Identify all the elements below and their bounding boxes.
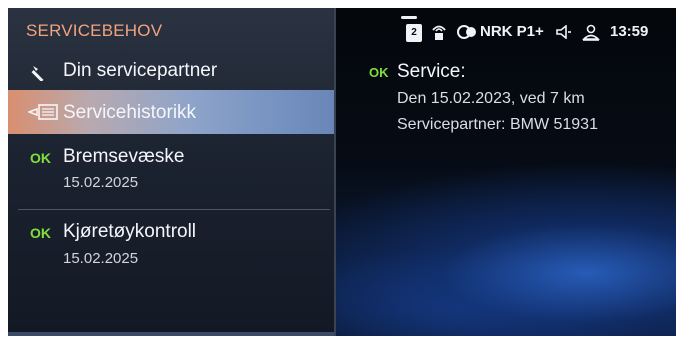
menu-scroll-indicator — [8, 332, 334, 336]
menu-item-label: Bremsevæske — [63, 146, 185, 167]
status-ok-badge: OK — [369, 65, 389, 80]
user-icon — [582, 24, 600, 41]
divider — [18, 209, 330, 210]
menu-item-label: Kjøretøykontroll — [63, 221, 197, 242]
menu-title: SERVICEBEHOV — [26, 21, 163, 40]
menu-item-label: Din servicepartner — [63, 60, 218, 81]
menu-item-vehicle-inspection[interactable]: OK Kjøretøykontroll 15.02.2025 — [8, 211, 334, 283]
radio-tower-icon — [432, 25, 446, 40]
notification-count-badge: 2 — [406, 24, 422, 42]
detail-panel: 2 NRK P1+ 13:59 OK Service: Den 15.02.20… — [336, 8, 676, 336]
menu-item-label: Servicehistorikk — [63, 102, 197, 123]
wrench-icon — [31, 66, 44, 81]
status-ok-badge: OK — [30, 225, 51, 241]
status-ok-badge: OK — [30, 150, 51, 166]
service-partner-info: Servicepartner: BMW 51931 — [397, 116, 598, 133]
menu-handle[interactable] — [401, 16, 417, 19]
speaker-icon — [556, 25, 571, 39]
clock: 13:59 — [610, 23, 649, 40]
menu-item-brake-fluid[interactable]: OK Bremsevæske 15.02.2025 — [8, 138, 334, 210]
menu-item-date: 15.02.2025 — [63, 250, 139, 267]
menu-item-date: 15.02.2025 — [63, 174, 139, 191]
service-date-info: Den 15.02.2023, ved 7 km — [397, 90, 585, 107]
connected-drive-icon — [457, 25, 476, 39]
menu-item-service-history[interactable]: Servicehistorikk — [8, 90, 334, 134]
service-menu: SERVICEBEHOV Din servicepartner Serviceh… — [8, 8, 336, 336]
detail-title: Service: — [397, 61, 466, 82]
radio-station-label: NRK P1+ — [480, 23, 544, 40]
idrive-screen: SERVICEBEHOV Din servicepartner Serviceh… — [8, 8, 676, 336]
service-book-icon — [28, 104, 58, 120]
status-bar: 2 NRK P1+ 13:59 — [396, 20, 676, 44]
menu-item-service-partner[interactable]: Din servicepartner — [8, 52, 334, 90]
